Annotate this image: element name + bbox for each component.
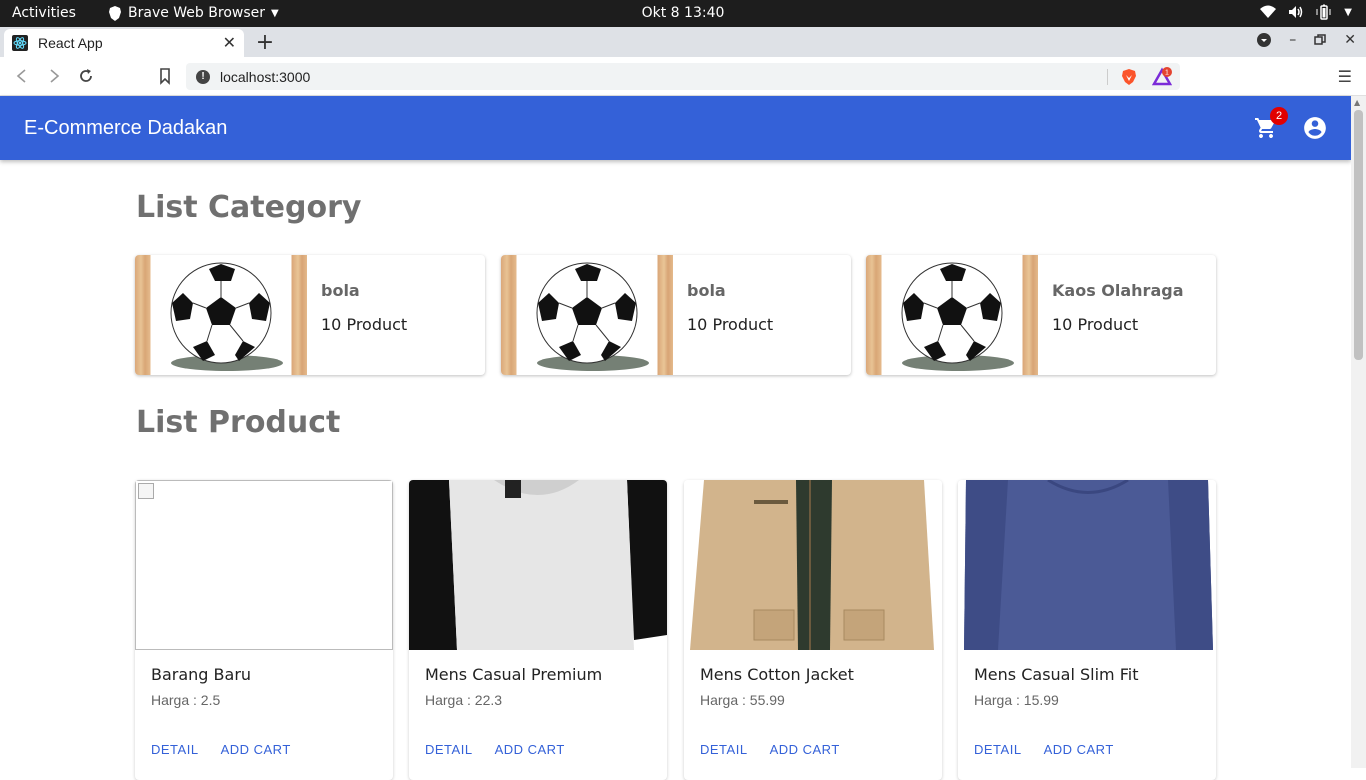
add-cart-button[interactable]: ADD CART (213, 738, 299, 761)
cart-button[interactable]: 2 (1254, 107, 1288, 140)
product-name: Barang Baru (151, 665, 252, 684)
category-count: 10 Product (687, 315, 774, 334)
minimize-icon[interactable]: – (1289, 32, 1296, 48)
restore-icon[interactable] (1314, 34, 1327, 46)
divider (1107, 69, 1108, 85)
product-name: Mens Casual Slim Fit (974, 665, 1139, 684)
browser-tab[interactable]: React App ✕ (4, 29, 244, 57)
product-name: Mens Casual Premium (425, 665, 603, 684)
close-window-icon[interactable]: ✕ (1344, 32, 1356, 48)
category-count: 10 Product (1052, 315, 1139, 334)
product-price: Harga : 15.99 (974, 692, 1059, 708)
detail-button[interactable]: DETAIL (966, 738, 1030, 761)
broken-image-placeholder (135, 480, 393, 650)
app-header: E-Commerce Dadakan 2 (0, 96, 1351, 160)
reload-icon[interactable] (76, 66, 96, 86)
brave-shields-icon[interactable] (1120, 68, 1138, 86)
chevron-down-icon: ▼ (1344, 6, 1352, 18)
tab-title: React App (38, 35, 103, 51)
product-price: Harga : 22.3 (425, 692, 503, 708)
detail-button[interactable]: DETAIL (417, 738, 481, 761)
category-card[interactable]: Kaos Olahraga 10 Product (866, 255, 1216, 375)
slim-fit-shirt-image (958, 480, 1216, 650)
scroll-up-icon[interactable]: ▲ (1354, 98, 1360, 107)
soccer-ball-image (501, 255, 673, 375)
product-name: Mens Cotton Jacket (700, 665, 854, 684)
account-circle-icon[interactable] (1302, 115, 1328, 141)
close-tab-icon[interactable]: ✕ (223, 33, 236, 53)
soccer-ball-image (135, 255, 307, 375)
new-tab-button[interactable]: + (254, 30, 276, 55)
forward-icon[interactable] (44, 66, 64, 86)
system-tray[interactable]: ▼ (1260, 4, 1352, 20)
bookmark-icon[interactable] (155, 66, 175, 86)
volume-icon (1289, 6, 1303, 18)
product-price: Harga : 2.5 (151, 692, 221, 708)
product-card: Mens Casual Premium Harga : 22.3 DETAIL … (409, 480, 667, 780)
product-card: Mens Casual Slim Fit Harga : 15.99 DETAI… (958, 480, 1216, 780)
product-price: Harga : 55.99 (700, 692, 785, 708)
react-logo-icon (12, 35, 28, 51)
broken-image-icon (138, 483, 154, 499)
product-card: Barang Baru Harga : 2.5 DETAIL ADD CART (135, 480, 393, 780)
add-cart-button[interactable]: ADD CART (487, 738, 573, 761)
rewards-badge: 1 (1165, 70, 1169, 77)
category-name: bola (321, 281, 360, 300)
category-card[interactable]: bola 10 Product (135, 255, 485, 375)
raglan-tshirt-image (409, 480, 667, 650)
cotton-jacket-image (684, 480, 942, 650)
address-bar[interactable]: ! localhost:3000 1 (186, 63, 1180, 90)
back-icon[interactable] (12, 66, 32, 86)
url-text[interactable]: localhost:3000 (220, 69, 310, 85)
soccer-ball-image (866, 255, 1038, 375)
activities-button[interactable]: Activities (12, 5, 76, 21)
detail-button[interactable]: DETAIL (692, 738, 756, 761)
app-menu-label: Brave Web Browser (128, 5, 265, 21)
product-card: Mens Cotton Jacket Harga : 55.99 DETAIL … (684, 480, 942, 780)
add-cart-button[interactable]: ADD CART (762, 738, 848, 761)
cart-count-badge: 2 (1270, 107, 1288, 125)
category-name: Kaos Olahraga (1052, 281, 1184, 300)
category-card[interactable]: bola 10 Product (501, 255, 851, 375)
add-cart-button[interactable]: ADD CART (1036, 738, 1122, 761)
page-scrollbar[interactable]: ▲ (1351, 96, 1366, 768)
product-heading: List Product (136, 405, 341, 440)
clock[interactable]: Okt 8 13:40 (642, 5, 725, 21)
window-controls: – ✕ (1257, 32, 1356, 48)
app-menu[interactable]: Brave Web Browser ▼ (108, 5, 279, 21)
system-top-bar: Activities Brave Web Browser ▼ Okt 8 13:… (0, 0, 1366, 27)
category-count: 10 Product (321, 315, 408, 334)
category-name: bola (687, 281, 726, 300)
category-heading: List Category (136, 190, 362, 225)
battery-icon (1316, 4, 1331, 20)
tab-search-icon[interactable] (1257, 33, 1272, 47)
site-info-icon[interactable]: ! (196, 69, 210, 84)
brave-logo-icon (109, 5, 121, 21)
browser-toolbar: ! localhost:3000 1 ☰ (0, 57, 1366, 96)
brand-title[interactable]: E-Commerce Dadakan (24, 117, 227, 140)
brave-rewards-icon[interactable]: 1 (1152, 67, 1172, 87)
tab-strip: React App ✕ + – ✕ (0, 27, 1366, 57)
hamburger-menu-icon[interactable]: ☰ (1338, 67, 1352, 86)
chevron-down-icon: ▼ (271, 7, 279, 19)
wifi-icon (1260, 5, 1277, 18)
scrollbar-thumb[interactable] (1354, 110, 1363, 360)
detail-button[interactable]: DETAIL (143, 738, 207, 761)
